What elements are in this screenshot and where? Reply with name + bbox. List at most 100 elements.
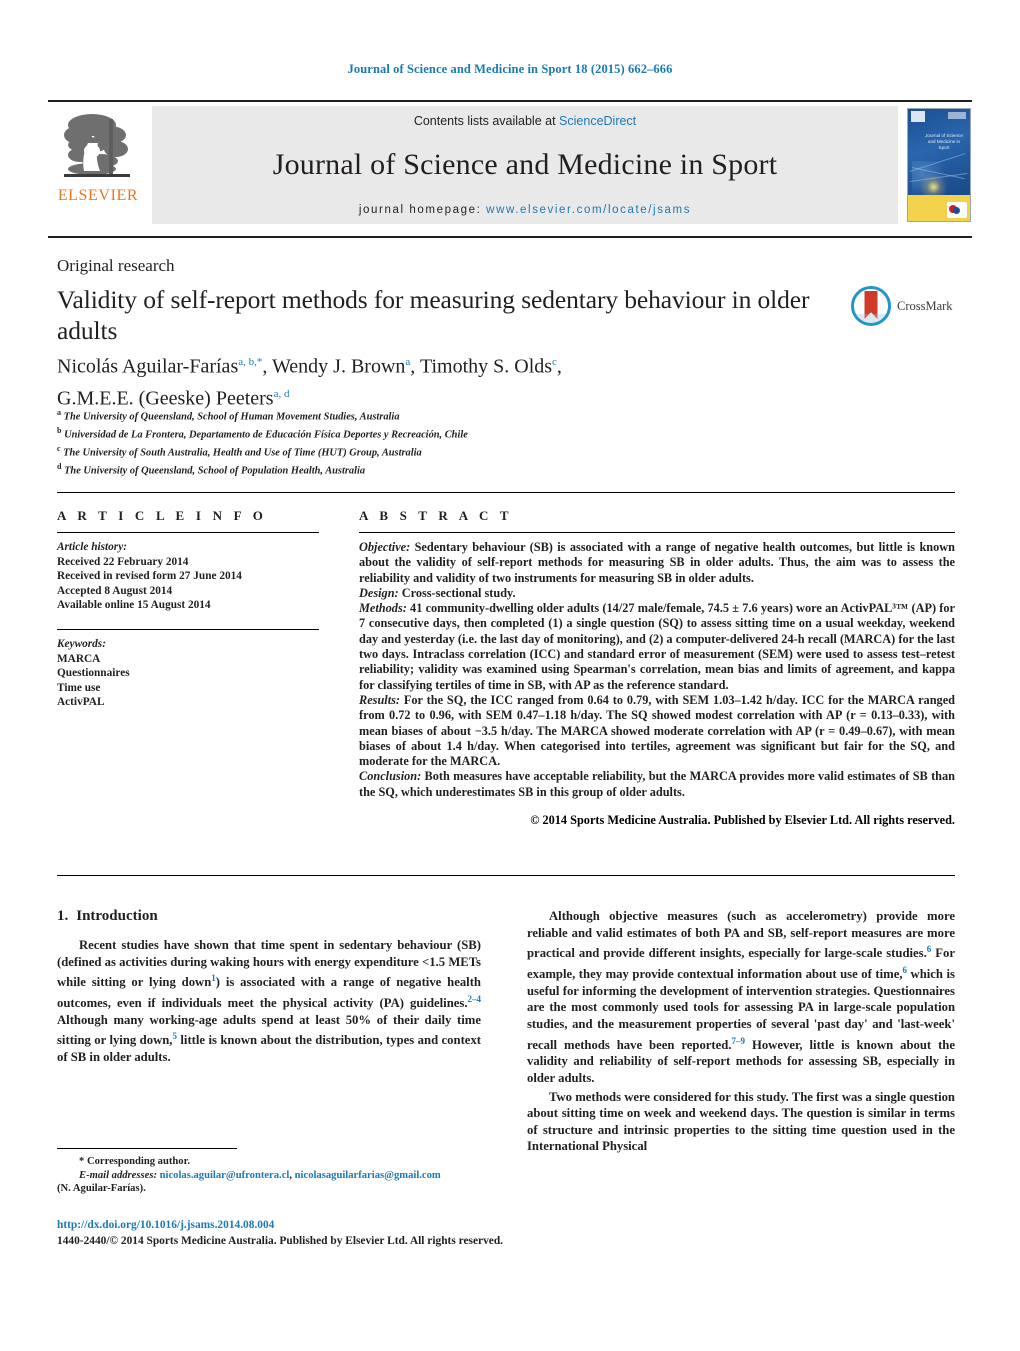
article-history-label: Article history: [57, 541, 127, 553]
history-revised: Received in revised form 27 June 2014 [57, 570, 242, 583]
cover-title: Journal of Science and Medicine in Sport [925, 133, 963, 150]
email-link-1[interactable]: nicolas.aguilar@ufrontera.cl [160, 1170, 290, 1181]
abstract-objective-text: Sedentary behaviour (SB) is associated w… [359, 540, 955, 585]
journal-cover-thumbnail: Journal of Science and Medicine in Sport [907, 108, 971, 222]
cover-publisher-mark [911, 111, 925, 122]
author-list: Nicolás Aguilar-Faríasa, b,*, Wendy J. B… [57, 355, 562, 410]
footnote-rule [57, 1148, 237, 1149]
author-2: Wendy J. Brown [272, 355, 406, 378]
abstract-design-label: Design: [359, 585, 399, 600]
article-info-column: A R T I C L E I N F O Article history: R… [57, 508, 319, 710]
keyword-2: Questionnaires [57, 667, 130, 680]
doi-block: http://dx.doi.org/10.1016/j.jsams.2014.0… [57, 1218, 577, 1249]
para-text: Although objective measures (such as acc… [527, 909, 955, 961]
sciencedirect-link[interactable]: ScienceDirect [559, 114, 636, 128]
keyword-3: Time use [57, 681, 101, 694]
paragraph: Although objective measures (such as acc… [527, 908, 955, 1087]
section-number: 1. [57, 908, 69, 924]
journal-title: Journal of Science and Medicine in Sport [272, 148, 778, 181]
abstract-methods-text: 41 community-dwelling older adults (14/2… [359, 601, 955, 692]
keywords-block: Keywords: MARCA Questionnaires Time use … [57, 637, 319, 710]
abstract-copyright: © 2014 Sports Medicine Australia. Publis… [530, 813, 955, 828]
paper-page: Journal of Science and Medicine in Sport… [0, 0, 1020, 1351]
abstract-results-label: Results: [359, 692, 400, 707]
affiliation-d-text: The University of Queensland, School of … [64, 465, 366, 477]
email-author-name: (N. Aguilar-Farías). [57, 1183, 146, 1195]
abstract-divider [359, 532, 955, 533]
keywords-label: Keywords: [57, 637, 106, 650]
affiliation-b: b Universidad de La Frontera, Departamen… [57, 424, 857, 442]
email-label: E-mail addresses: [79, 1169, 157, 1181]
abstract-design-text: Cross-sectional study. [398, 585, 516, 600]
author-1-corresponding-mark: * [256, 356, 263, 368]
masthead-bottom-rule [48, 236, 972, 238]
section-heading-introduction: 1. Introduction [57, 908, 481, 925]
journal-cover-block: Journal of Science and Medicine in Sport [906, 106, 972, 224]
citation-ref[interactable]: 7–9 [732, 1036, 746, 1046]
body-column-right: Although objective measures (such as acc… [527, 908, 955, 1157]
author-2-affil: a [405, 356, 411, 368]
info-divider-2 [57, 628, 319, 630]
history-accepted: Accepted 8 August 2014 [57, 584, 173, 597]
abstract-objective-label: Objective: [359, 540, 411, 554]
info-divider-1 [57, 532, 319, 533]
keyword-1: MARCA [57, 652, 101, 665]
contents-line: Contents lists available at ScienceDirec… [414, 114, 636, 128]
abstract-conclusion-label: Conclusion: [359, 769, 422, 784]
homepage-label: journal homepage: [358, 204, 482, 216]
affiliations: a The University of Queensland, School o… [57, 406, 857, 478]
article-info-heading: A R T I C L E I N F O [57, 508, 268, 523]
history-received: Received 22 February 2014 [57, 555, 189, 568]
info-top-rule [57, 492, 955, 493]
author-3-affil: c [552, 356, 557, 368]
crossmark-badge[interactable]: CrossMark [851, 283, 971, 329]
citation-ref[interactable]: 2–4 [468, 994, 482, 1004]
abstract-results-text: For the SQ, the ICC ranged from 0.64 to … [359, 692, 955, 769]
email-link-2[interactable]: nicolasaguilarfarias@gmail.com [295, 1170, 441, 1181]
cover-society-mark [948, 112, 966, 119]
keyword-4: ActivPAL [57, 696, 105, 709]
masthead-center: Contents lists available at ScienceDirec… [152, 106, 898, 224]
author-1-affil: a, b, [238, 356, 257, 368]
affiliation-a-mark: a [57, 408, 61, 417]
affiliation-d: d The University of Queensland, School o… [57, 460, 857, 478]
doi-link[interactable]: http://dx.doi.org/10.1016/j.jsams.2014.0… [57, 1218, 577, 1234]
section-title: Introduction [76, 908, 158, 924]
elsevier-logo: ELSEVIER [48, 106, 148, 224]
paragraph: Recent studies have shown that time spen… [57, 937, 481, 1066]
article-type: Original research [57, 256, 175, 275]
elsevier-wordmark: ELSEVIER [57, 187, 139, 204]
running-head: Journal of Science and Medicine in Sport… [347, 62, 673, 76]
article-history: Article history: Received 22 February 20… [57, 540, 319, 613]
abstract-heading: A B S T R A C T [359, 508, 513, 523]
affiliation-c-mark: c [57, 444, 61, 454]
body-column-left: 1. Introduction Recent studies have shown… [57, 908, 481, 1068]
author-1: Nicolás Aguilar-Farías [57, 355, 239, 378]
affiliation-d-mark: d [57, 462, 62, 472]
affiliation-c-text: The University of South Australia, Healt… [63, 447, 422, 459]
corresponding-text: Corresponding author. [84, 1156, 190, 1167]
affiliation-b-mark: b [57, 426, 62, 436]
journal-homepage-line: journal homepage: www.elsevier.com/locat… [359, 204, 691, 216]
affiliation-a-text: The University of Queensland, School of … [63, 411, 400, 423]
paragraph: Two methods were considered for this stu… [527, 1089, 955, 1155]
journal-masthead: ELSEVIER Contents lists available at Sci… [48, 100, 972, 224]
para-text: Two methods were considered for this stu… [527, 1089, 955, 1154]
elsevier-tree-icon [62, 109, 134, 185]
page-title: Validity of self-report methods for meas… [57, 285, 810, 345]
email-line: E-mail addresses: nicolas.aguilar@ufront… [57, 1169, 487, 1183]
history-online: Available online 15 August 2014 [57, 599, 211, 612]
contents-prefix: Contents lists available at [413, 114, 556, 128]
cover-society-badge [947, 202, 967, 218]
info-bottom-rule [57, 875, 955, 876]
affiliation-b-text: Universidad de La Frontera, Departamento… [64, 429, 468, 441]
homepage-url[interactable]: www.elsevier.com/locate/jsams [486, 204, 691, 216]
corresponding-author-note: * Corresponding author. [57, 1155, 487, 1169]
issn-copyright-line: 1440-2440/© 2014 Sports Medicine Austral… [57, 1234, 504, 1247]
crossmark-icon [851, 286, 891, 326]
footnote-block: * Corresponding author. E-mail addresses… [57, 1155, 487, 1196]
author-4-affil: a, d [273, 387, 290, 400]
abstract-column: A B S T R A C T Objective: Sedentary beh… [359, 508, 955, 828]
crossmark-label: CrossMark [897, 298, 953, 313]
abstract-methods-label: Methods: [359, 601, 407, 616]
